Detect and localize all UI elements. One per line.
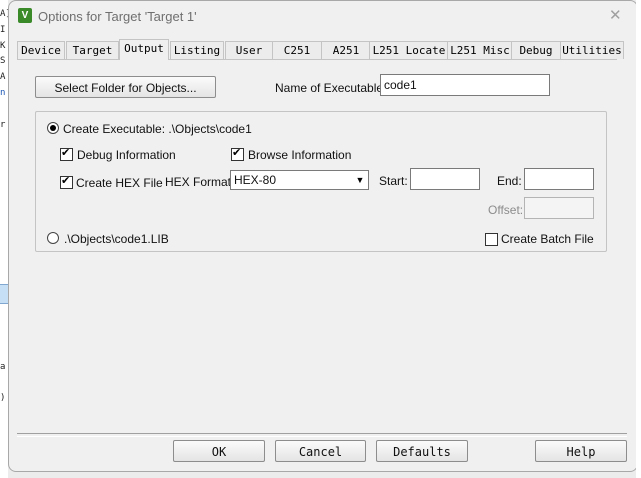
tab-debug[interactable]: Debug — [511, 41, 561, 59]
tab-user[interactable]: User — [225, 41, 273, 59]
close-icon[interactable]: ✕ — [609, 6, 622, 24]
background-code-line: ) — [0, 393, 6, 403]
tab-utilities[interactable]: Utilities — [560, 41, 624, 59]
tab-bar-baseline — [17, 59, 617, 60]
create-batch-file-checkbox[interactable] — [485, 233, 498, 246]
start-label: Start: — [379, 174, 408, 188]
select-folder-button[interactable]: Select Folder for Objects... — [35, 76, 216, 98]
tab-l251-locate[interactable]: L251 Locate — [369, 41, 449, 59]
create-batch-file-label: Create Batch File — [501, 232, 594, 246]
create-executable-radio[interactable] — [47, 122, 59, 134]
debug-info-label: Debug Information — [77, 148, 176, 162]
chevron-down-icon[interactable]: ▼ — [352, 171, 368, 189]
checkmark-icon: ✔ — [232, 147, 242, 159]
background-selection — [0, 284, 8, 304]
offset-label: Offset: — [488, 203, 524, 217]
background-code-line: S — [0, 56, 6, 66]
browse-info-label: Browse Information — [248, 148, 352, 162]
offset-input — [524, 197, 594, 219]
ok-button[interactable]: OK — [173, 440, 265, 462]
checkmark-icon: ✔ — [61, 147, 71, 159]
name-executable-label: Name of Executable: — [275, 81, 387, 95]
tab-bar: Device Target Output Listing User C251 A… — [17, 39, 624, 60]
help-button[interactable]: Help — [535, 440, 627, 462]
hex-format-value: HEX-80 — [234, 173, 277, 187]
start-address-input[interactable] — [410, 168, 480, 190]
tab-listing[interactable]: Listing — [170, 41, 224, 59]
background-editor-strip: A] I K S A n r a ) — [0, 0, 11, 478]
background-right-edge — [636, 0, 641, 478]
background-code-line: I — [0, 25, 6, 35]
tab-target[interactable]: Target — [66, 41, 119, 59]
options-dialog: V Options for Target 'Target 1' ✕ Device… — [8, 0, 638, 472]
cancel-button[interactable]: Cancel — [275, 440, 366, 462]
end-label: End: — [497, 174, 522, 188]
create-executable-label: Create Executable: .\Objects\code1 — [63, 122, 252, 136]
background-code-line: a — [0, 362, 6, 372]
background-code-line: r — [0, 120, 6, 130]
radio-selected-dot — [50, 125, 56, 131]
background-code-line: n — [0, 88, 6, 98]
background-code-line: A — [0, 72, 6, 82]
tab-l251-misc[interactable]: L251 Misc — [447, 41, 513, 59]
background-code-line: K — [0, 41, 6, 51]
tab-c251[interactable]: C251 — [272, 41, 322, 59]
hex-format-select[interactable]: HEX-80 ▼ — [230, 170, 369, 190]
defaults-button[interactable]: Defaults — [376, 440, 468, 462]
create-hex-label: Create HEX File — [76, 176, 163, 190]
checkmark-icon: ✔ — [61, 175, 71, 187]
uvision-app-icon: V — [18, 8, 32, 23]
debug-info-checkbox[interactable]: ✔ — [60, 147, 73, 161]
name-executable-input[interactable]: code1 — [380, 74, 550, 96]
footer-separator — [17, 433, 627, 437]
browse-info-checkbox[interactable]: ✔ — [231, 147, 244, 161]
tab-device[interactable]: Device — [17, 41, 65, 59]
library-path-label: .\Objects\code1.LIB — [64, 232, 169, 246]
tab-output[interactable]: Output — [119, 39, 169, 60]
dialog-title: Options for Target 'Target 1' — [38, 9, 197, 24]
end-address-input[interactable] — [524, 168, 594, 190]
hex-format-label: HEX Format: — [165, 175, 235, 189]
create-hex-checkbox[interactable]: ✔ — [60, 175, 73, 189]
tab-a251[interactable]: A251 — [321, 41, 371, 59]
create-library-radio[interactable] — [47, 232, 59, 244]
